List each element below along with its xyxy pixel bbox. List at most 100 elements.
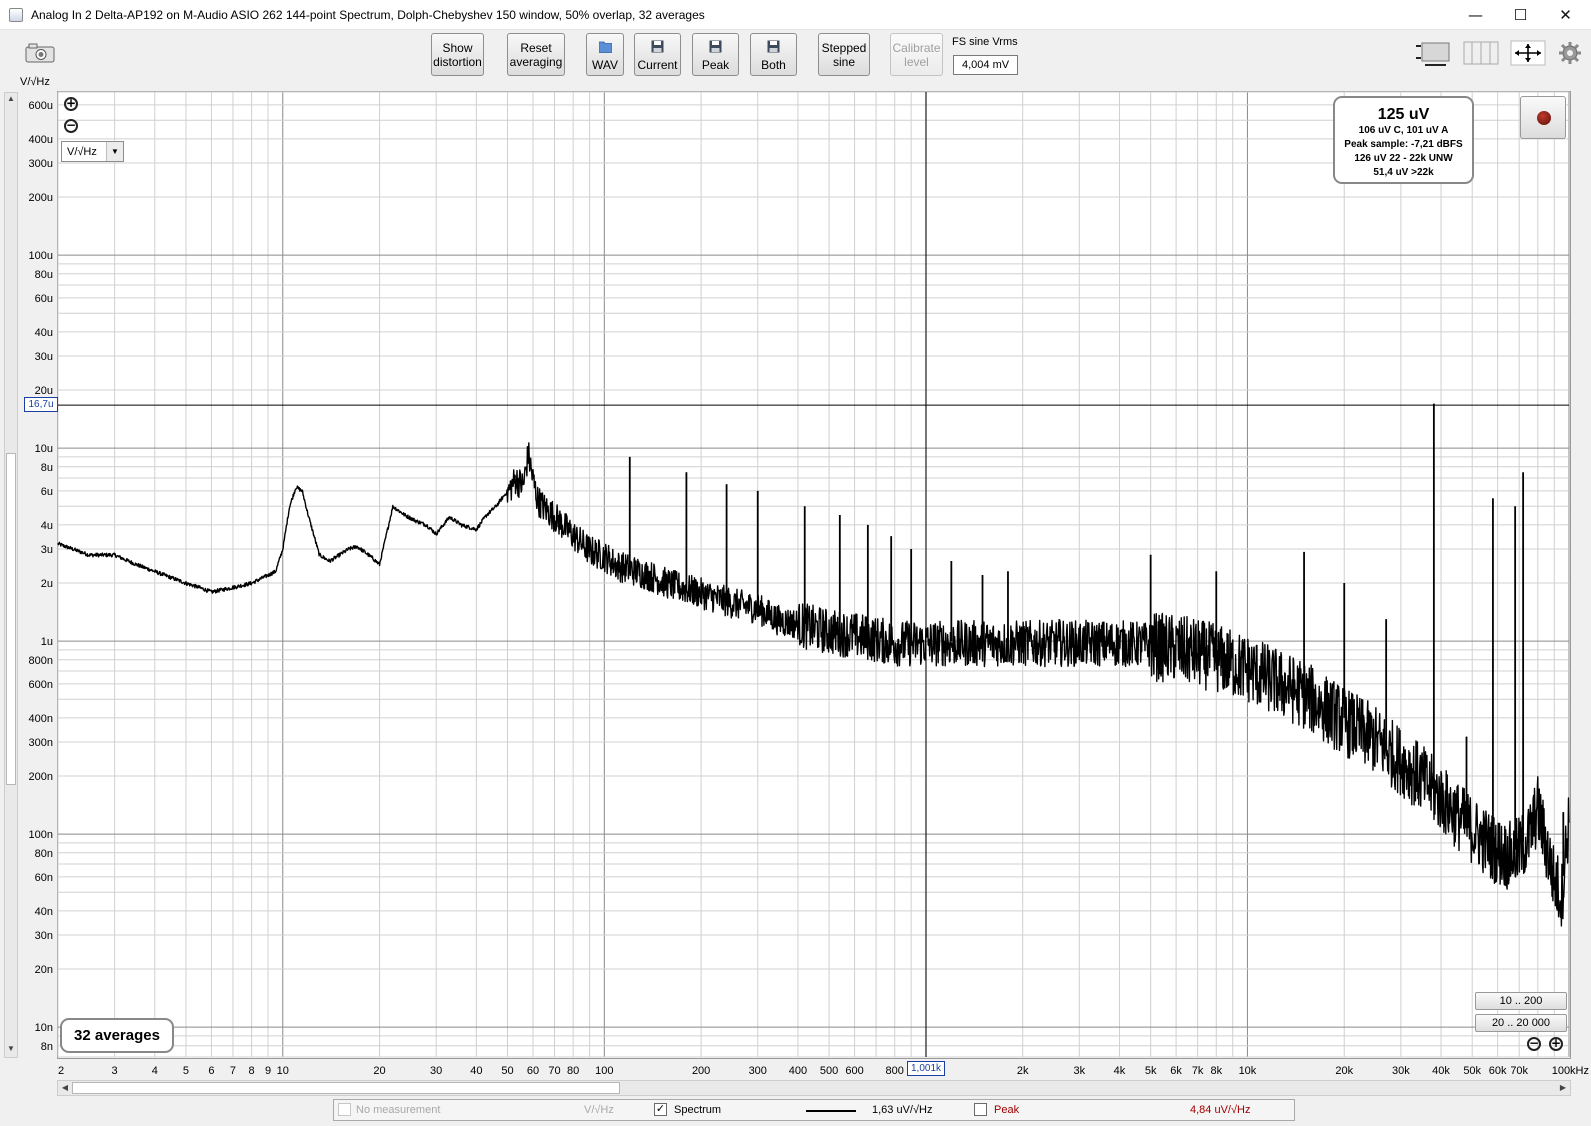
y-tick-label: 10u [35,443,53,455]
x-tick-label: 80 [567,1065,579,1077]
y-tick-label: 100u [29,250,53,262]
x-tick-label: 20 [373,1065,385,1077]
y-tick-label: 400n [29,713,53,725]
x-tick-label: 20k [1335,1065,1353,1077]
x-tick-label: 60 [527,1065,539,1077]
no-measurement-checkbox [338,1103,351,1116]
unit-select[interactable]: V/√Hz ▼ [61,141,124,162]
y-tick-label: 4u [41,520,53,532]
record-button[interactable] [1520,96,1566,139]
y-tick-label: 40u [35,327,53,339]
y-tick-label: 100n [29,829,53,841]
zoom-in-x-icon[interactable]: + [1549,1037,1563,1051]
grid [57,91,1570,1058]
peak-value: 4,84 uV/√Hz [1190,1104,1251,1116]
record-icon [1537,111,1551,125]
range-20-20000-button[interactable]: 20 .. 20 000 [1475,1014,1567,1032]
x-scrollbar-thumb[interactable] [72,1082,620,1094]
y-axis-labels: 600u 400u 300u 200u 100u 80u 60u 40u 30u 20u 10u 8u… [29,100,53,1053]
y-tick-label: 600n [29,679,53,691]
level-readout: 125 uV 106 uV C, 101 uV A Peak sample: -… [1333,96,1474,184]
x-tick-label: 30k [1392,1065,1410,1077]
x-tick-label: 8 [249,1065,255,1077]
y-tick-label: 30u [35,351,53,363]
x-tick-label: 100kHz [1552,1065,1589,1077]
x-tick-label: 8k [1210,1065,1222,1077]
x-tick-label: 4 [152,1065,158,1077]
x-tick-label: 50 [501,1065,513,1077]
peak-label: Peak [994,1104,1020,1116]
x-tick-label: 3k [1073,1065,1085,1077]
x-tick-label: 600 [845,1065,863,1077]
x-tick-label: 50k [1463,1065,1481,1077]
readout-line: 51,4 uV >22k [1373,167,1434,178]
x-tick-label: 70k [1510,1065,1528,1077]
x-tick-label: 2k [1017,1065,1029,1077]
y-tick-label: 600u [29,100,53,112]
x-tick-label: 30 [430,1065,442,1077]
y-tick-label: 400u [29,134,53,146]
spectrum-label: Spectrum [674,1104,722,1116]
x-tick-label: 3 [112,1065,118,1077]
y-tick-label: 20u [35,385,53,397]
x-tick-label: 60k [1489,1065,1507,1077]
no-measurement-unit: V/√Hz [584,1104,614,1116]
y-tick-label: 1u [41,636,53,648]
scroll-right-icon[interactable]: ▶ [1557,1081,1569,1095]
x-tick-label: 5k [1145,1065,1157,1077]
unit-select-value: V/√Hz [67,146,97,158]
spectrum-line [57,442,1570,927]
x-tick-label: 500 [820,1065,838,1077]
spectrum-checkbox[interactable]: ✓ [654,1103,667,1116]
readout-line: 106 uV C, 101 uV A [1358,125,1449,136]
x-tick-label: 2 [58,1065,64,1077]
x-tick-label: 300 [749,1065,767,1077]
y-tick-label: 8n [41,1041,53,1053]
y-tick-label: 2u [41,578,53,590]
y-tick-label: 20n [35,964,53,976]
no-measurement-label: No measurement [356,1104,441,1116]
x-tick-label: 400 [789,1065,807,1077]
readout-main: 125 uV [1377,106,1430,123]
x-tick-label: 6k [1170,1065,1182,1077]
spectrum-value: 1,63 uV/√Hz [872,1104,933,1116]
x-tick-label: 4k [1114,1065,1126,1077]
x-scrollbar[interactable]: ◀ ▶ [57,1080,1571,1096]
x-tick-label: 7k [1192,1065,1204,1077]
cursor-x-readout: 1,001k [907,1061,945,1076]
y-tick-label: 300u [29,158,53,170]
x-tick-label: 40 [470,1065,482,1077]
y-tick-label: 6u [41,486,53,498]
zoom-out-x-icon[interactable]: − [1527,1037,1541,1051]
averages-badge: 32 averages [60,1018,174,1053]
series-layer [57,403,1570,927]
y-tick-label: 60n [35,872,53,884]
y-tick-label: 60u [35,293,53,305]
x-tick-label: 5 [183,1065,189,1077]
y-tick-label: 200n [29,771,53,783]
x-tick-label: 800 [886,1065,904,1077]
readout-line: 126 uV 22 - 22k UNW [1354,153,1453,164]
scroll-left-icon[interactable]: ◀ [59,1081,71,1095]
range-10-200-button[interactable]: 10 .. 200 [1475,992,1567,1010]
x-tick-label: 100 [595,1065,613,1077]
y-tick-label: 300n [29,737,53,749]
x-tick-label: 9 [265,1065,271,1077]
y-tick-label: 40n [35,906,53,918]
zoom-in-icon[interactable]: + [64,97,78,111]
y-tick-label: 800n [29,655,53,667]
x-tick-label: 10k [1239,1065,1257,1077]
x-tick-label: 70 [548,1065,560,1077]
legend-bar: No measurement V/√Hz ✓ Spectrum 1,63 uV/… [333,1099,1295,1121]
y-tick-label: 30n [35,930,53,942]
x-tick-label: 10 [277,1065,289,1077]
x-tick-label: 200 [692,1065,710,1077]
x-tick-label: 40k [1432,1065,1450,1077]
chevron-down-icon[interactable]: ▼ [106,142,123,161]
y-tick-label: 80n [35,848,53,860]
readout-line: Peak sample: -7,21 dBFS [1344,139,1463,150]
zoom-out-icon[interactable]: − [64,119,78,133]
x-axis-labels: 2 3 4 5 6 7 8 9 10 20 30 40 50 60 70 80 100 200 300 400 500 6… [58,1065,1589,1077]
y-tick-label: 80u [35,269,53,281]
peak-checkbox[interactable] [974,1103,987,1116]
